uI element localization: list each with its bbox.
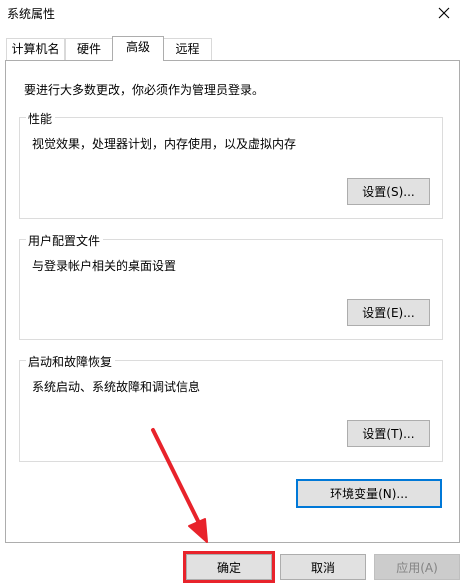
environment-variables-button[interactable]: 环境变量(N)... — [296, 479, 442, 508]
user-profiles-settings-button[interactable]: 设置(E)... — [347, 299, 430, 326]
performance-settings-button[interactable]: 设置(S)... — [347, 178, 430, 205]
tab-computer-name[interactable]: 计算机名 — [6, 38, 65, 60]
close-button[interactable] — [424, 0, 464, 26]
admin-note: 要进行大多数更改，你必须作为管理员登录。 — [24, 83, 265, 97]
tab-remote[interactable]: 远程 — [163, 38, 212, 60]
startup-recovery-title: 启动和故障恢复 — [26, 353, 116, 370]
startup-recovery-description: 系统启动、系统故障和调试信息 — [32, 380, 201, 394]
cancel-button[interactable]: 取消 — [280, 554, 366, 580]
performance-description: 视觉效果，处理器计划，内存使用，以及虚拟内存 — [32, 137, 297, 151]
performance-title: 性能 — [26, 110, 56, 127]
tab-advanced[interactable]: 高级 — [112, 36, 164, 61]
user-profiles-title: 用户配置文件 — [26, 232, 104, 249]
apply-button[interactable]: 应用(A) — [374, 554, 460, 580]
tab-hardware[interactable]: 硬件 — [65, 38, 113, 60]
title-bar: 系统属性 — [0, 0, 465, 28]
window-title: 系统属性 — [7, 7, 56, 21]
close-icon — [438, 7, 450, 19]
user-profiles-description: 与登录帐户相关的桌面设置 — [32, 259, 177, 273]
ok-highlight-box — [183, 551, 275, 583]
startup-recovery-settings-button[interactable]: 设置(T)... — [347, 420, 430, 447]
